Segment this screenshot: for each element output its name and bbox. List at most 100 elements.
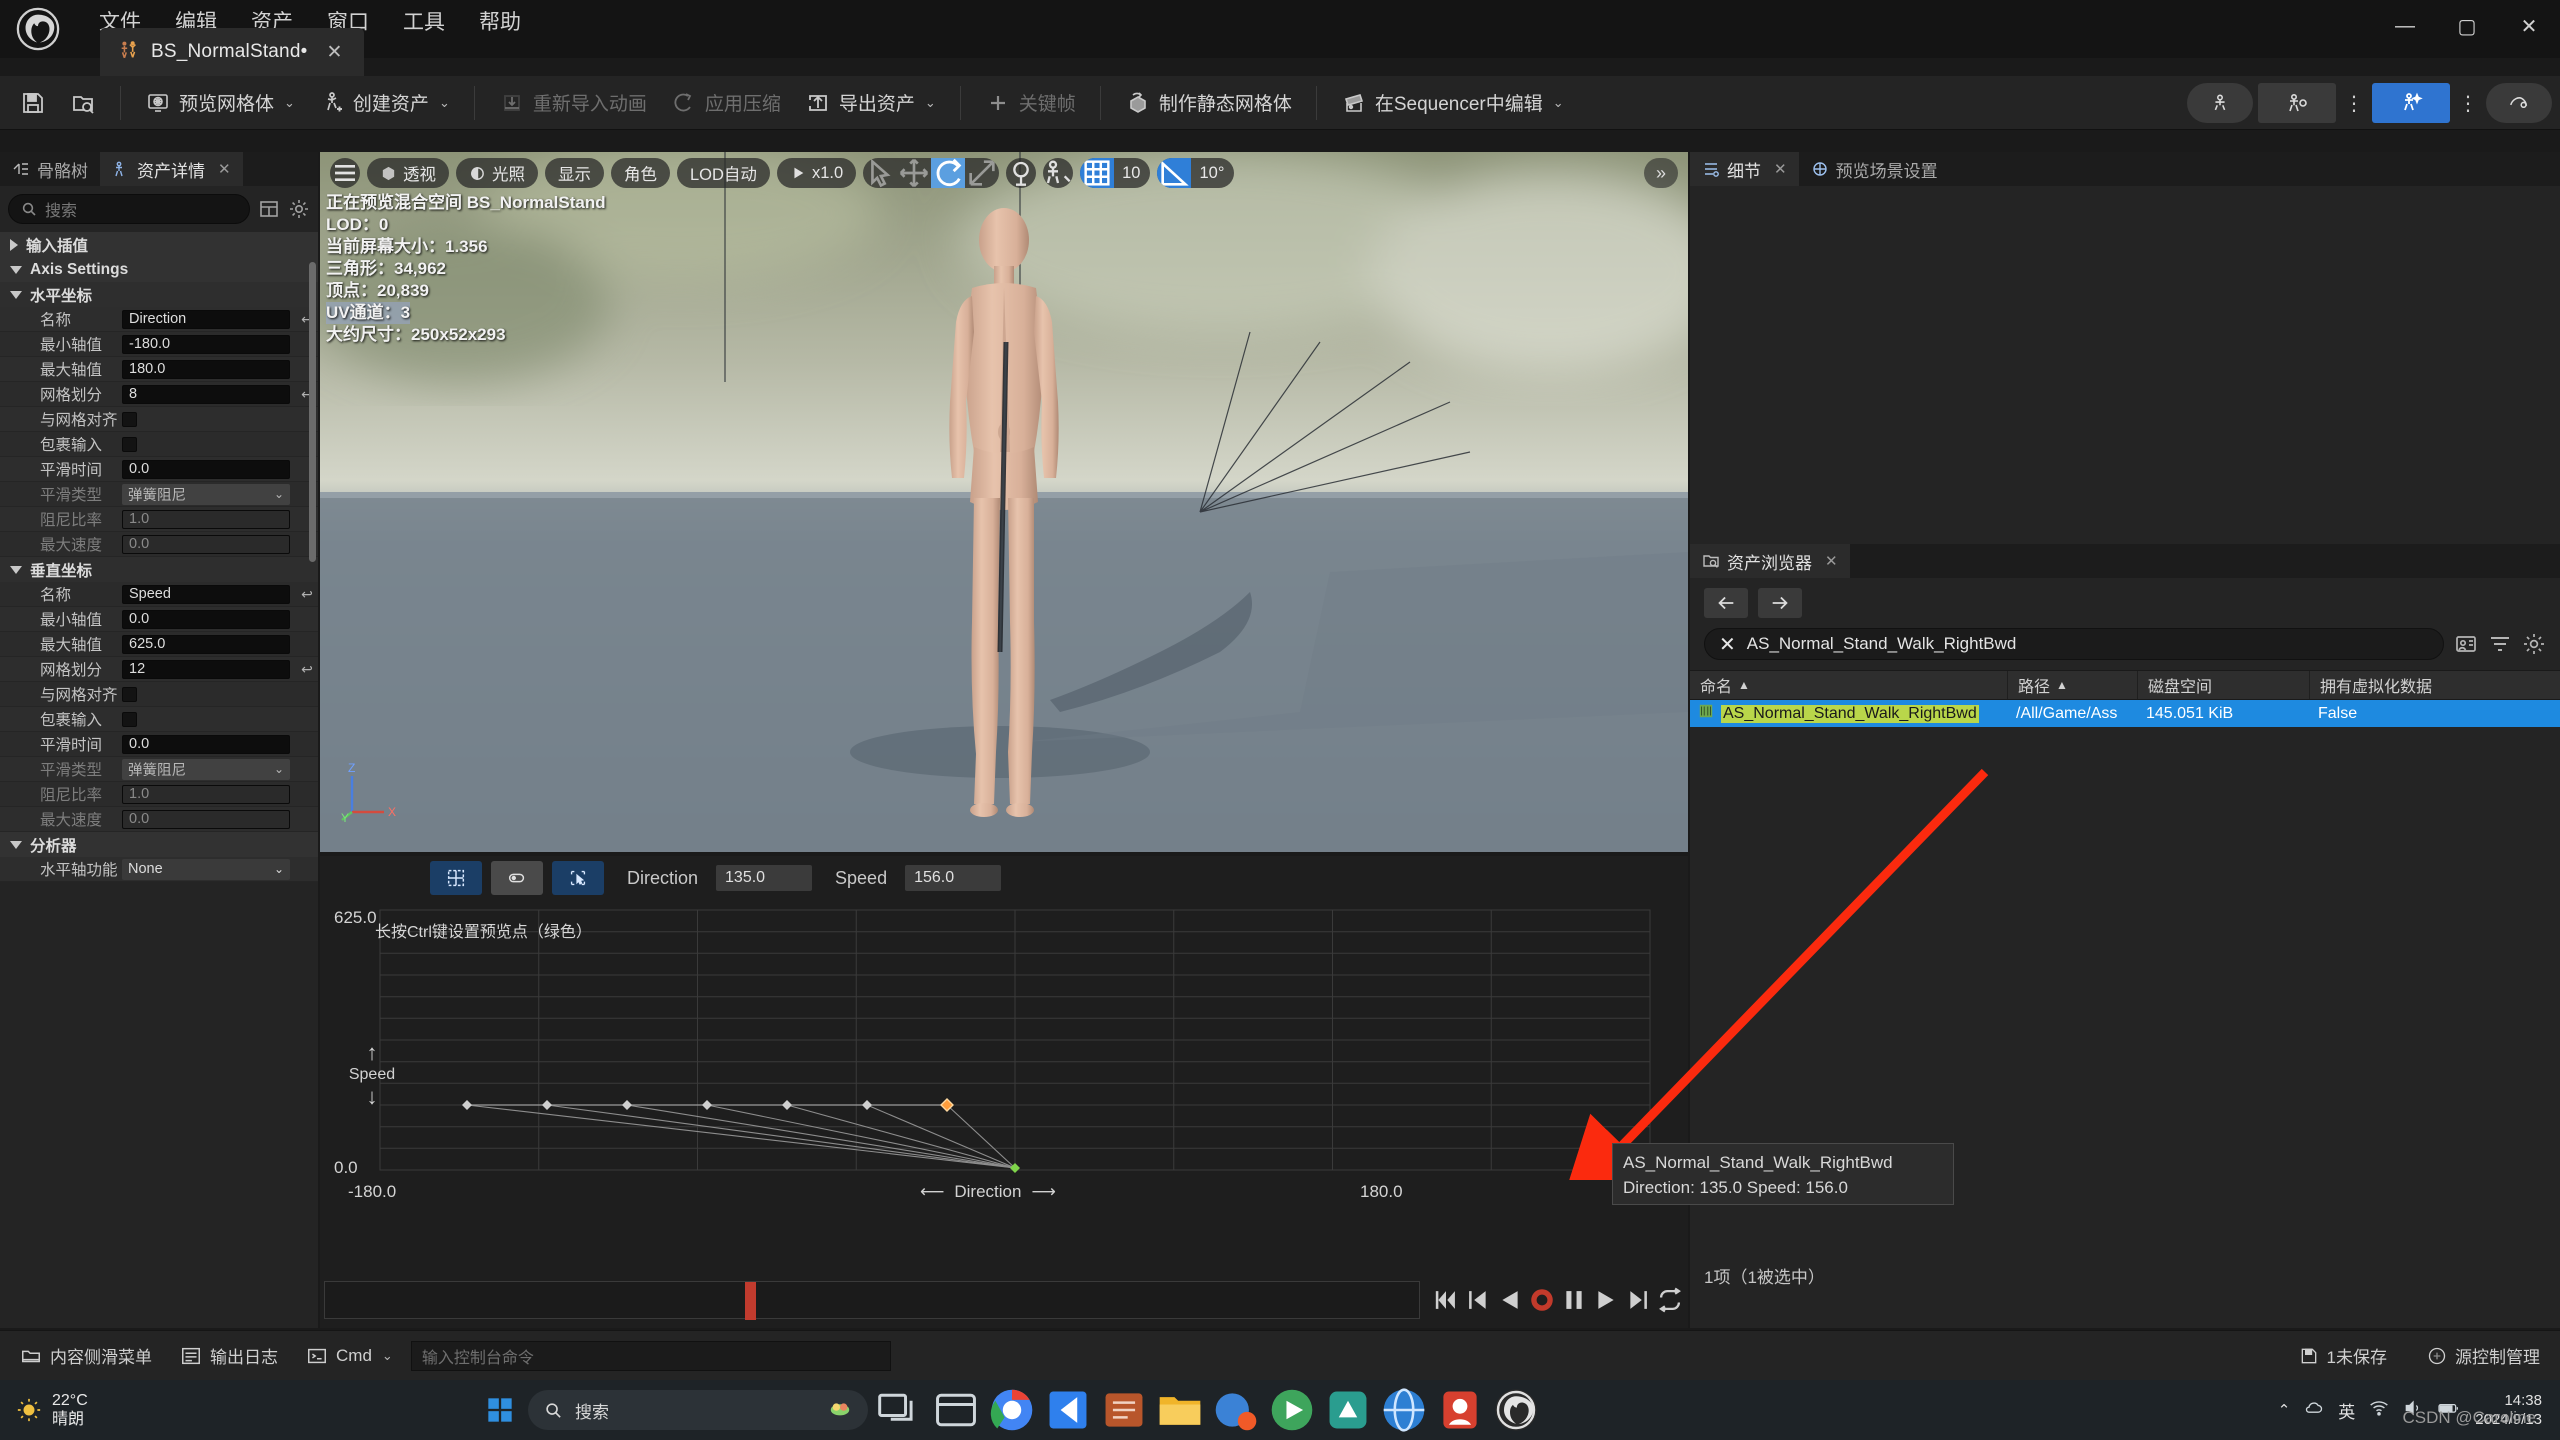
play-reverse-icon[interactable] <box>1496 1283 1524 1317</box>
grid-select-tool-button[interactable] <box>430 861 482 895</box>
app-teal-icon[interactable] <box>1324 1386 1372 1434</box>
property-category-0[interactable]: 输入插值 <box>0 232 318 257</box>
scale-mode-icon[interactable] <box>965 158 999 188</box>
output-log-button[interactable]: 输出日志 <box>170 1338 288 1374</box>
property-value-input[interactable]: Speed <box>122 585 290 604</box>
property-checkbox[interactable] <box>122 437 137 452</box>
character-settings-button[interactable] <box>2258 83 2336 123</box>
property-row-7[interactable]: 与网格对齐 <box>0 407 318 432</box>
tab-close-icon[interactable]: ✕ <box>318 41 350 64</box>
property-row-22[interactable]: 阻尼比率1.0 <box>0 782 318 807</box>
rotate-mode-icon[interactable] <box>931 158 965 188</box>
browse-button[interactable] <box>58 82 108 124</box>
property-row-20[interactable]: 平滑时间0.0 <box>0 732 318 757</box>
media-player-icon[interactable] <box>1268 1386 1316 1434</box>
content-drawer-button[interactable]: 内容侧滑菜单 <box>10 1338 162 1374</box>
source-control-button[interactable]: 源控制管理 <box>2417 1338 2550 1374</box>
ellipse-tool-button[interactable] <box>491 861 543 895</box>
pause-icon[interactable] <box>1560 1283 1588 1317</box>
play-forward-icon[interactable] <box>1592 1283 1620 1317</box>
preview-mesh-button[interactable]: 预览网格体 ⌄ <box>133 82 307 124</box>
property-category-13[interactable]: 垂直坐标 <box>0 557 318 582</box>
bone-display-icon[interactable] <box>1043 158 1073 188</box>
property-value-input[interactable]: 1.0 <box>122 785 290 804</box>
wifi-icon[interactable] <box>2369 1398 2389 1422</box>
playhead[interactable] <box>745 1282 756 1320</box>
reset-to-default-icon[interactable]: ↩ <box>296 661 318 678</box>
direction-value-input[interactable]: 135.0 <box>716 865 812 891</box>
make-static-mesh-button[interactable]: 制作静态网格体 <box>1113 82 1304 124</box>
chevron-down-icon[interactable] <box>10 566 22 574</box>
property-row-6[interactable]: 网格划分8↩ <box>0 382 318 407</box>
property-value-input[interactable]: -180.0 <box>122 335 290 354</box>
blendspace-grid[interactable]: 长按Ctrl键设置预览点（绿色） 625.0 0.0 ↑ Speed ↓ -18… <box>320 900 1688 1280</box>
unreal-taskbar-icon[interactable] <box>1492 1386 1540 1434</box>
property-category-1[interactable]: Axis Settings <box>0 257 318 282</box>
cloud-icon[interactable] <box>2304 1398 2324 1422</box>
weather-widget[interactable]: 22°C 晴朗 <box>0 1391 190 1429</box>
property-dropdown[interactable]: 弹簧阻尼⌄ <box>122 484 290 505</box>
chevron-down-icon[interactable] <box>10 841 22 849</box>
viewport-playrate-button[interactable]: x1.0 <box>777 158 856 188</box>
play-in-editor-button[interactable] <box>2372 83 2450 123</box>
grid-snap-control[interactable]: 10 <box>1080 158 1150 188</box>
tab-preview-scene-settings[interactable]: 预览场景设置 <box>1799 152 1950 186</box>
close-window-button[interactable]: ✕ <box>2498 0 2560 52</box>
table-row[interactable]: AS_Normal_Stand_Walk_RightBwd /All/Game/… <box>1690 700 2560 727</box>
viewport-transform-modes[interactable] <box>863 158 999 188</box>
clear-search-icon[interactable]: ✕ <box>1719 632 1736 657</box>
asset-search-input[interactable]: ✕ AS_Normal_Stand_Walk_RightBwd <box>1704 628 2444 660</box>
property-value-input[interactable]: 0.0 <box>122 535 290 554</box>
property-row-23[interactable]: 最大速度0.0 <box>0 807 318 832</box>
camera-speed-icon[interactable] <box>1006 158 1036 188</box>
property-row-5[interactable]: 最大轴值180.0 <box>0 357 318 382</box>
export-asset-button[interactable]: 导出资产 ⌄ <box>793 82 948 124</box>
property-dropdown[interactable]: None⌄ <box>122 859 290 880</box>
chevron-down-icon[interactable] <box>10 291 22 299</box>
property-value-input[interactable]: 1.0 <box>122 510 290 529</box>
property-dropdown[interactable]: 弹簧阻尼⌄ <box>122 759 290 780</box>
tab-details[interactable]: 细节 ✕ <box>1690 152 1799 186</box>
character-preview[interactable] <box>794 192 1214 852</box>
app-orange-icon[interactable] <box>1100 1386 1148 1434</box>
reimport-animation-button[interactable]: 重新导入动画 <box>487 82 659 124</box>
filter-icon[interactable] <box>2488 632 2512 656</box>
property-checkbox[interactable] <box>122 412 137 427</box>
translate-mode-icon[interactable] <box>897 158 931 188</box>
property-row-16[interactable]: 最大轴值625.0 <box>0 632 318 657</box>
chevron-down-icon[interactable]: ⌄ <box>439 95 450 111</box>
property-row-19[interactable]: 包裹输入 <box>0 707 318 732</box>
property-row-15[interactable]: 最小轴值0.0 <box>0 607 318 632</box>
language-indicator[interactable]: 英 <box>2338 1398 2355 1423</box>
property-value-input[interactable]: 8 <box>122 385 290 404</box>
menu-help[interactable]: 帮助 <box>462 5 538 41</box>
platforms-button[interactable] <box>2486 83 2552 123</box>
property-row-4[interactable]: 最小轴值-180.0 <box>0 332 318 357</box>
row-name-cell[interactable]: AS_Normal_Stand_Walk_RightBwd <box>1690 700 2008 727</box>
column-header-path[interactable]: 路径 ▲ <box>2008 671 2138 699</box>
chevron-down-icon[interactable]: ⌄ <box>284 95 295 111</box>
property-checkbox[interactable] <box>122 712 137 727</box>
cmd-label-button[interactable]: Cmd ⌄ <box>296 1338 403 1374</box>
step-back-icon[interactable] <box>1464 1283 1492 1317</box>
overflow-menu-icon[interactable]: ⋮ <box>2341 83 2367 123</box>
viewport-lighting-button[interactable]: 光照 <box>456 158 538 188</box>
column-header-disk-size[interactable]: 磁盘空间 <box>2138 671 2310 699</box>
grid-view-icon[interactable] <box>258 198 280 220</box>
chrome-icon[interactable] <box>988 1386 1036 1434</box>
tab-asset-details[interactable]: 资产详情 ✕ <box>100 152 243 186</box>
preview-viewport[interactable]: 透视 光照 显示 角色 LOD自动 x1.0 <box>320 152 1688 852</box>
step-forward-icon[interactable] <box>1624 1283 1652 1317</box>
copilot-icon[interactable] <box>828 1396 852 1425</box>
settings-gear-icon[interactable] <box>2522 632 2546 656</box>
create-asset-button[interactable]: 创建资产 ⌄ <box>307 82 462 124</box>
property-row-14[interactable]: 名称Speed↩ <box>0 582 318 607</box>
tab-asset-browser-close-icon[interactable]: ✕ <box>1825 552 1838 570</box>
loop-icon[interactable] <box>1656 1283 1684 1317</box>
back-button[interactable] <box>1704 588 1748 618</box>
left-panel-scrollbar[interactable] <box>309 262 316 562</box>
taskview-icon[interactable] <box>876 1386 924 1434</box>
app-blue-icon[interactable] <box>1212 1386 1260 1434</box>
property-value-input[interactable]: Direction <box>122 310 290 329</box>
record-icon[interactable] <box>1528 1283 1556 1317</box>
